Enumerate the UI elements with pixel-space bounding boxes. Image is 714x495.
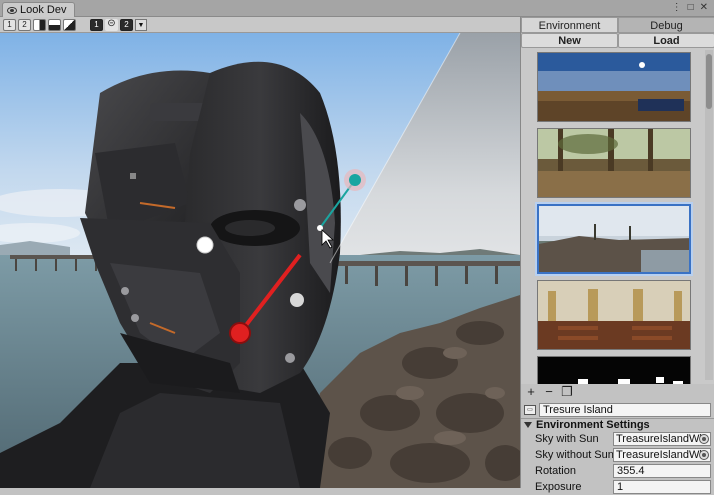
rotation-row: Rotation 355.4	[521, 463, 714, 479]
window-controls: ⋮ □ ✕	[672, 2, 708, 13]
foldout-triangle-icon	[524, 422, 532, 428]
link-cameras-icon[interactable]: ⊝	[105, 18, 118, 31]
maximize-icon[interactable]: □	[688, 2, 694, 13]
camera-1-button[interactable]: 1	[90, 18, 103, 31]
exposure-row: Exposure 1	[521, 479, 714, 495]
menu-icon[interactable]: ⋮	[672, 2, 682, 13]
environment-thumbnail-church[interactable]	[537, 280, 691, 350]
environment-settings-title: Environment Settings	[536, 419, 650, 431]
environment-panel: Environment Debug New Load + − ❐ ▭ Tresu…	[520, 17, 714, 494]
duplicate-environment-icon[interactable]: ❐	[560, 385, 574, 399]
sky-without-sun-row: Sky without Sun TreasureIslandWh	[521, 447, 714, 463]
camera-dropdown-button[interactable]: ▼	[135, 18, 147, 31]
single-view-2-button[interactable]: 2	[18, 18, 31, 31]
environment-actions: New Load	[521, 33, 714, 48]
sky-without-sun-field[interactable]: TreasureIslandWh	[613, 448, 711, 462]
sun-handle[interactable]	[229, 322, 251, 344]
look-dev-tab[interactable]: Look Dev	[2, 2, 76, 17]
eye-icon	[7, 6, 17, 14]
environment-name-row: ▭ Tresure Island	[521, 402, 714, 418]
scrollbar-thumb[interactable]	[706, 54, 712, 109]
split-screen-button[interactable]	[63, 18, 76, 31]
single-view-1-button[interactable]: 1	[3, 18, 16, 31]
close-icon[interactable]: ✕	[700, 2, 708, 13]
environment-list	[521, 48, 714, 384]
view-toolbar: 1 2 1 ⊝ 2 ▼	[0, 17, 520, 33]
tab-environment[interactable]: Environment	[521, 17, 618, 33]
sky-with-sun-field[interactable]: TreasureIslandWh	[613, 432, 711, 446]
look-dev-viewport[interactable]	[0, 33, 520, 488]
load-button[interactable]: Load	[618, 33, 714, 48]
tab-debug[interactable]: Debug	[618, 17, 714, 33]
rotation-field[interactable]: 355.4	[613, 464, 711, 478]
environment-settings-section: Environment Settings Sky with Sun Treasu…	[521, 418, 714, 494]
environment-thumbnail-treasure-island[interactable]	[535, 202, 693, 276]
side-by-side-horizontal-button[interactable]	[48, 18, 61, 31]
remove-environment-icon[interactable]: −	[542, 385, 556, 399]
object-picker-icon[interactable]	[699, 450, 709, 460]
environment-thumbnail-studio[interactable]	[537, 356, 691, 384]
environment-name-field[interactable]: Tresure Island	[539, 403, 711, 417]
add-environment-icon[interactable]: +	[524, 385, 538, 399]
sky-without-sun-value: TreasureIslandWh	[616, 449, 706, 461]
object-picker-icon[interactable]	[699, 434, 709, 444]
panel-tabs: Environment Debug	[521, 17, 714, 33]
light-rotation-handle[interactable]	[349, 174, 361, 186]
exposure-label: Exposure	[535, 481, 582, 493]
environment-thumbnail-desert-night[interactable]	[537, 52, 691, 122]
camera-2-button[interactable]: 2	[120, 18, 133, 31]
tab-title: Look Dev	[20, 4, 67, 16]
sky-with-sun-value: TreasureIslandWh	[616, 433, 706, 445]
sky-with-sun-label: Sky with Sun	[535, 433, 599, 445]
exposure-field[interactable]: 1	[613, 480, 711, 494]
environment-settings-header[interactable]: Environment Settings	[521, 418, 714, 431]
environment-thumbnail-forest[interactable]	[537, 128, 691, 198]
environment-asset-icon: ▭	[524, 405, 536, 415]
scene-render	[0, 33, 520, 488]
light-sphere-white[interactable]	[196, 236, 214, 254]
rotation-label: Rotation	[535, 465, 576, 477]
new-button[interactable]: New	[521, 33, 618, 48]
environment-list-scrollbar[interactable]	[705, 50, 713, 380]
window-tab-bar: Look Dev ⋮ □ ✕	[0, 0, 714, 17]
side-by-side-vertical-button[interactable]	[33, 18, 46, 31]
look-dev-window: Look Dev ⋮ □ ✕ 1 2 1 ⊝ 2 ▼ Environment D…	[0, 0, 714, 494]
sky-with-sun-row: Sky with Sun TreasureIslandWh	[521, 431, 714, 447]
environment-list-toolbar: + − ❐	[521, 384, 714, 400]
sky-without-sun-label: Sky without Sun	[535, 449, 613, 461]
